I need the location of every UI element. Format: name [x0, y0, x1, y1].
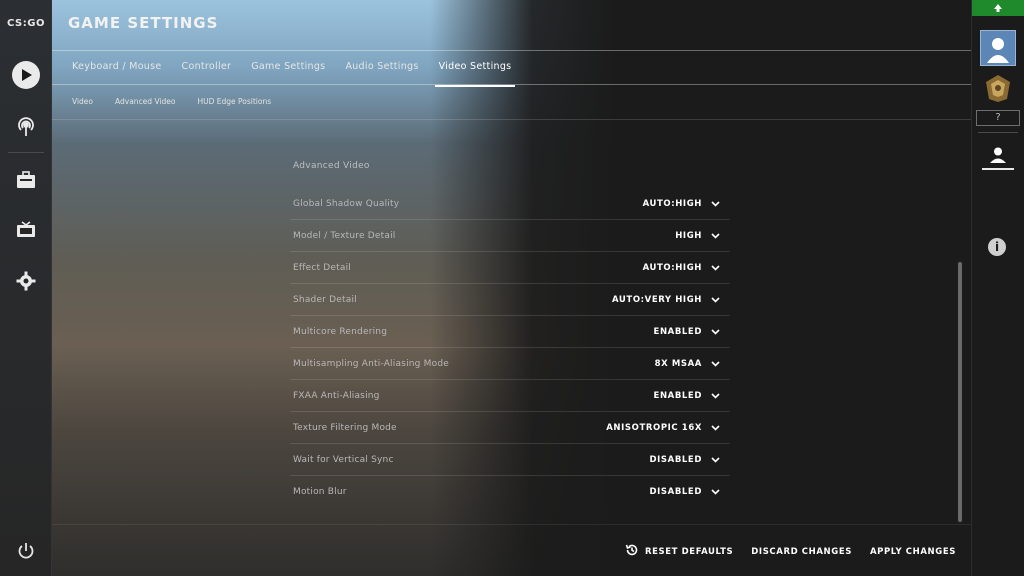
chevron-down-icon — [710, 263, 720, 273]
header-divider — [52, 50, 972, 51]
setting-label: Multicore Rendering — [293, 326, 388, 337]
chevron-down-icon — [710, 327, 720, 337]
tab-controller[interactable]: Controller — [182, 61, 232, 81]
left-sidebar: CS:GO — [0, 0, 52, 576]
chevron-down-icon — [710, 199, 720, 209]
chevron-down-icon — [710, 359, 720, 369]
sidebar-divider — [8, 152, 44, 153]
arrow-up-icon[interactable] — [972, 0, 1024, 16]
footer-actions: RESET DEFAULTS DISCARD CHANGES APPLY CHA… — [625, 543, 956, 560]
setting-value: AUTO:HIGH — [642, 262, 702, 273]
tv-icon[interactable] — [12, 216, 40, 244]
setting-dropdown[interactable]: DISABLED — [650, 455, 730, 465]
setting-dropdown[interactable]: DISABLED — [650, 487, 730, 497]
friends-tab-underline — [982, 168, 1014, 170]
discard-changes-button[interactable]: DISCARD CHANGES — [751, 547, 852, 557]
chevron-down-icon — [710, 423, 720, 433]
setting-dropdown[interactable]: ANISOTROPIC 16X — [606, 423, 730, 433]
subtab-hud-edge-positions[interactable]: HUD Edge Positions — [197, 97, 271, 106]
setting-label: Texture Filtering Mode — [293, 422, 397, 433]
setting-row[interactable]: Global Shadow Quality AUTO:HIGH — [290, 188, 730, 220]
tabs-divider — [52, 84, 972, 85]
page-title: GAME SETTINGS — [68, 14, 219, 32]
play-icon[interactable] — [12, 61, 40, 89]
tab-game-settings[interactable]: Game Settings — [251, 61, 325, 81]
chevron-down-icon — [710, 391, 720, 401]
setting-row[interactable]: Effect Detail AUTO:HIGH — [290, 252, 730, 284]
tab-audio-settings[interactable]: Audio Settings — [345, 61, 418, 81]
csgo-logo: CS:GO — [7, 18, 45, 29]
setting-label: Global Shadow Quality — [293, 198, 400, 209]
setting-label: FXAA Anti-Aliasing — [293, 390, 380, 401]
setting-row[interactable]: Multicore Rendering ENABLED — [290, 316, 730, 348]
setting-value: 8X MSAA — [654, 358, 702, 369]
broadcast-icon[interactable] — [12, 113, 40, 141]
chevron-down-icon — [710, 487, 720, 497]
setting-dropdown[interactable]: AUTO:VERY HIGH — [612, 295, 730, 305]
scrollbar[interactable] — [958, 262, 962, 522]
setting-value: ANISOTROPIC 16X — [606, 422, 702, 433]
chevron-down-icon — [710, 231, 720, 241]
setting-value: ENABLED — [653, 326, 702, 337]
subtab-advanced-video[interactable]: Advanced Video — [115, 97, 175, 106]
setting-row[interactable]: FXAA Anti-Aliasing ENABLED — [290, 380, 730, 412]
gear-icon[interactable] — [12, 267, 40, 295]
avatar[interactable] — [980, 30, 1016, 66]
rank-emblem-icon[interactable] — [982, 72, 1014, 104]
section-title: Advanced Video — [293, 161, 370, 171]
setting-label: Shader Detail — [293, 294, 357, 305]
setting-label: Multisampling Anti-Aliasing Mode — [293, 358, 449, 369]
setting-label: Wait for Vertical Sync — [293, 454, 394, 465]
setting-value: DISABLED — [649, 486, 702, 497]
info-icon[interactable]: i — [988, 238, 1006, 256]
setting-label: Effect Detail — [293, 262, 352, 273]
setting-dropdown[interactable]: ENABLED — [654, 327, 730, 337]
setting-dropdown[interactable]: AUTO:HIGH — [643, 263, 730, 273]
chevron-down-icon — [710, 455, 720, 465]
setting-dropdown[interactable]: AUTO:HIGH — [643, 199, 730, 209]
setting-label: Motion Blur — [293, 486, 347, 497]
setting-value: AUTO:HIGH — [642, 198, 702, 209]
right-divider — [978, 132, 1018, 133]
right-panel: ? i — [971, 0, 1024, 576]
apply-changes-button[interactable]: APPLY CHANGES — [870, 547, 956, 557]
chevron-down-icon — [710, 295, 720, 305]
briefcase-icon[interactable] — [12, 166, 40, 194]
help-badge[interactable]: ? — [976, 110, 1020, 126]
reset-defaults-button[interactable]: RESET DEFAULTS — [625, 543, 733, 560]
subtab-video[interactable]: Video — [72, 97, 93, 106]
subtabs-divider — [52, 119, 972, 120]
setting-row[interactable]: Multisampling Anti-Aliasing Mode 8X MSAA — [290, 348, 730, 380]
setting-row[interactable]: Motion Blur DISABLED — [290, 476, 730, 507]
footer-divider — [52, 524, 972, 525]
reset-history-icon — [625, 543, 639, 560]
setting-dropdown[interactable]: 8X MSAA — [655, 359, 730, 369]
sub-tabs: Video Advanced Video HUD Edge Positions — [72, 97, 293, 106]
power-icon[interactable] — [16, 541, 36, 561]
setting-row[interactable]: Texture Filtering Mode ANISOTROPIC 16X — [290, 412, 730, 444]
setting-dropdown[interactable]: HIGH — [675, 231, 730, 241]
person-icon[interactable] — [986, 145, 1010, 165]
tab-video-settings[interactable]: Video Settings — [434, 61, 516, 87]
reset-defaults-label: RESET DEFAULTS — [645, 546, 734, 557]
setting-dropdown[interactable]: ENABLED — [654, 391, 730, 401]
setting-value: AUTO:VERY HIGH — [612, 294, 702, 305]
setting-row[interactable]: Shader Detail AUTO:VERY HIGH — [290, 284, 730, 316]
setting-row[interactable]: Wait for Vertical Sync DISABLED — [290, 444, 730, 476]
setting-value: HIGH — [675, 230, 702, 241]
tab-keyboard-mouse[interactable]: Keyboard / Mouse — [72, 61, 162, 81]
setting-row[interactable]: Model / Texture Detail HIGH — [290, 220, 730, 252]
setting-value: ENABLED — [653, 390, 702, 401]
setting-value: DISABLED — [649, 454, 702, 465]
settings-list: Global Shadow Quality AUTO:HIGH Model / … — [290, 188, 730, 507]
setting-label: Model / Texture Detail — [293, 230, 396, 241]
main-tabs: Keyboard / Mouse Controller Game Setting… — [72, 61, 531, 87]
